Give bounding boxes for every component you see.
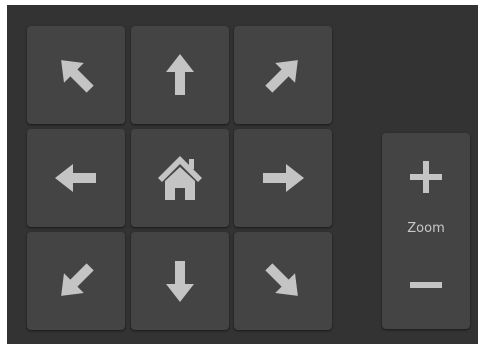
zoom-in-button[interactable]: [382, 137, 470, 217]
home-icon: [158, 156, 202, 200]
zoom-label: Zoom: [407, 221, 445, 236]
minus-icon: [410, 282, 442, 288]
arrow-up-left-icon: [61, 60, 94, 93]
arrow-down-left-icon: [61, 263, 94, 296]
pan-up-left-button[interactable]: [27, 26, 125, 124]
arrow-down-icon: [166, 261, 194, 302]
arrow-down-right-icon: [265, 263, 298, 296]
pan-down-right-button[interactable]: [234, 232, 332, 330]
pan-up-button[interactable]: [131, 26, 229, 124]
arrow-up-right-icon: [265, 60, 298, 93]
pan-up-right-button[interactable]: [234, 26, 332, 124]
pan-down-left-button[interactable]: [27, 232, 125, 330]
zoom-control: Zoom: [382, 133, 470, 329]
arrow-left-icon: [55, 164, 96, 192]
map-control-panel: Zoom: [7, 5, 478, 344]
pan-down-button[interactable]: [131, 232, 229, 330]
plus-icon: [410, 161, 442, 193]
pan-right-button[interactable]: [234, 129, 332, 227]
pan-left-button[interactable]: [27, 129, 125, 227]
home-button[interactable]: [131, 129, 229, 227]
arrow-up-icon: [166, 54, 194, 95]
zoom-out-button[interactable]: [382, 245, 470, 325]
arrow-right-icon: [263, 164, 304, 192]
